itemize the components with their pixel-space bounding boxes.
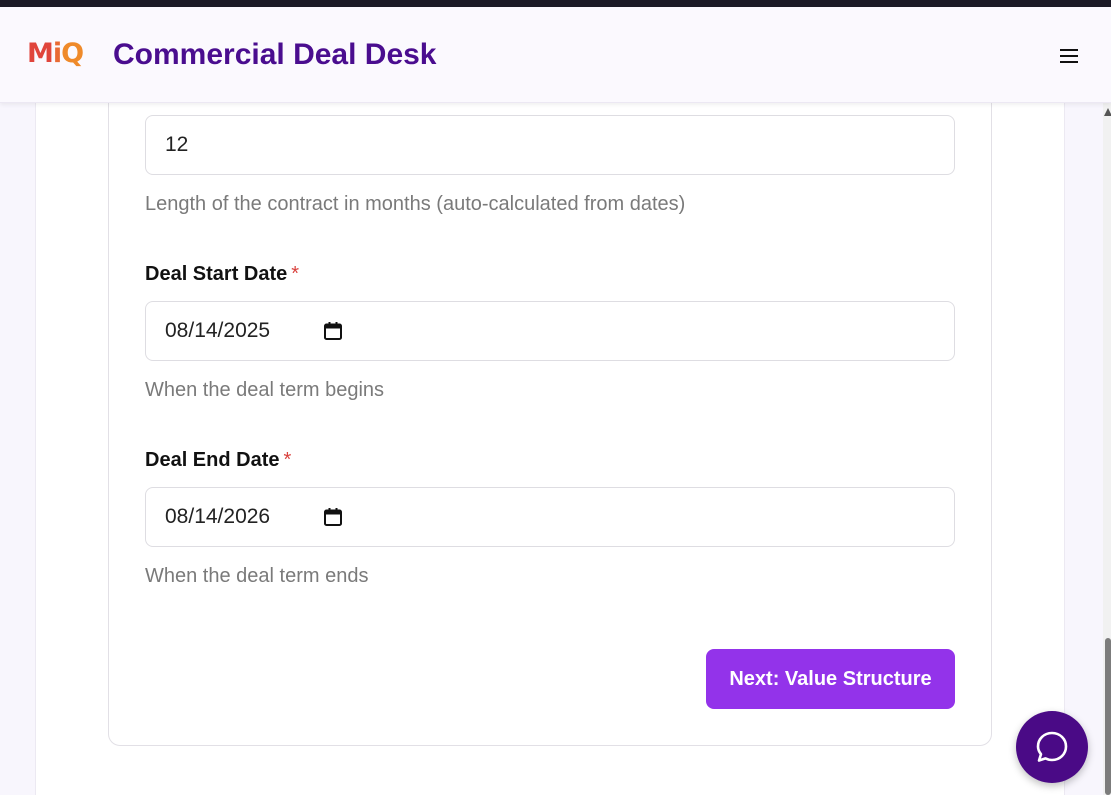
contract-duration-input[interactable]: 12: [145, 115, 955, 175]
app-title: Commercial Deal Desk: [113, 38, 437, 71]
scroll-up-arrow-icon[interactable]: [1104, 108, 1111, 116]
chat-bubble-icon: [1036, 731, 1068, 762]
next-value-structure-button[interactable]: Next: Value Structure: [706, 649, 955, 709]
deal-end-date-help: When the deal term ends: [145, 565, 369, 587]
chat-button[interactable]: [1016, 711, 1088, 783]
deal-end-date-value: 08/14/2026: [165, 505, 271, 528]
deal-end-date-label: Deal End Date *: [145, 449, 292, 471]
deal-start-date-value: 08/14/2025: [165, 319, 271, 342]
deal-start-date-help: When the deal term begins: [145, 379, 385, 401]
scrollbar-thumb[interactable]: [1105, 638, 1111, 795]
calendar-icon[interactable]: [323, 321, 343, 341]
contract-duration-value: 12: [165, 133, 189, 156]
hamburger-menu-icon[interactable]: [1058, 47, 1082, 67]
required-asterisk: *: [283, 449, 292, 471]
contract-duration-help: Length of the contract in months (auto-c…: [145, 193, 686, 215]
deal-start-date-label: Deal Start Date *: [145, 263, 300, 285]
app-header: MiQ Commercial Deal Desk: [0, 7, 1111, 103]
miq-logo[interactable]: MiQ: [27, 38, 84, 69]
window-top-strip: [0, 0, 1111, 7]
deal-end-date-input[interactable]: 08/14/2026: [145, 487, 955, 547]
required-asterisk: *: [291, 263, 300, 285]
deal-start-date-input[interactable]: 08/14/2025: [145, 301, 955, 361]
calendar-icon[interactable]: [323, 507, 343, 527]
